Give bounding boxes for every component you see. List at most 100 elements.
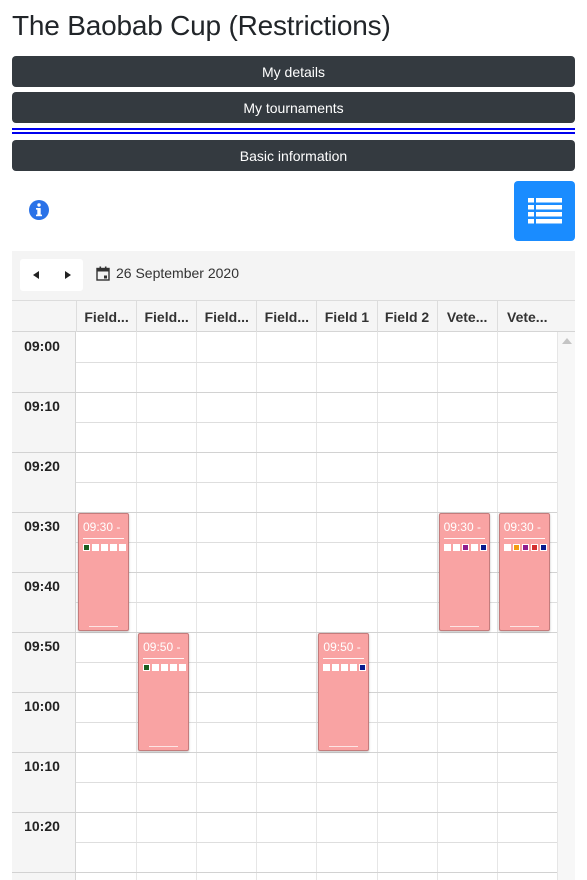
event-divider bbox=[83, 538, 125, 539]
team-color-swatch bbox=[479, 544, 487, 551]
my-tournaments-button[interactable]: My tournaments bbox=[12, 92, 575, 123]
slot-divider bbox=[12, 452, 557, 453]
list-view-button[interactable] bbox=[514, 181, 575, 241]
slot-divider bbox=[12, 752, 557, 753]
column-header: Vete... bbox=[496, 301, 557, 332]
time-column: 09:00 09:10 09:20 09:30 09:40 09:50 10:00 10:10… bbox=[12, 332, 76, 880]
page-title: The Baobab Cup (Restrictions) bbox=[12, 10, 391, 41]
match-event[interactable]: 09:30 - bbox=[498, 513, 550, 631]
column-divider bbox=[556, 332, 558, 880]
chevron-left-icon bbox=[32, 271, 39, 279]
slot-divider bbox=[12, 812, 557, 813]
time-label: 10:10 bbox=[24, 758, 60, 774]
team-color-swatch bbox=[503, 544, 511, 551]
time-label: 10:00 bbox=[24, 698, 60, 714]
column-header: Field... bbox=[256, 301, 316, 332]
team-color-swatch bbox=[341, 664, 349, 671]
info-circle-icon[interactable] bbox=[28, 199, 50, 221]
column-divider bbox=[436, 332, 438, 880]
previous-day-button[interactable] bbox=[20, 259, 51, 291]
team-color-swatch bbox=[530, 544, 538, 551]
date-navigation bbox=[20, 259, 83, 291]
vertical-scrollbar[interactable] bbox=[557, 332, 575, 880]
team-color-swatches bbox=[143, 664, 187, 671]
time-label: 09:00 bbox=[24, 338, 60, 354]
team-color-swatch bbox=[332, 664, 340, 671]
team-color-swatch bbox=[323, 664, 331, 671]
column-divider bbox=[256, 332, 258, 880]
column-divider bbox=[316, 332, 318, 880]
column-header: Field 2 bbox=[376, 301, 437, 332]
slot-divider bbox=[12, 872, 557, 873]
team-color-swatches bbox=[323, 664, 367, 671]
event-divider bbox=[443, 538, 485, 539]
half-slot-divider bbox=[76, 422, 557, 423]
time-label: 09:30 bbox=[24, 518, 60, 534]
column-header: Field... bbox=[196, 301, 256, 332]
event-resize-handle[interactable] bbox=[89, 626, 119, 627]
team-color-swatch bbox=[83, 544, 90, 551]
calendar-toolbar: 26 September 2020 bbox=[12, 251, 575, 301]
column-divider bbox=[136, 332, 138, 880]
team-color-swatch bbox=[539, 544, 547, 551]
event-divider bbox=[143, 658, 185, 659]
event-resize-handle[interactable] bbox=[149, 746, 179, 747]
basic-information-button[interactable]: Basic information bbox=[12, 140, 575, 171]
match-event[interactable]: 09:50 - bbox=[138, 633, 190, 751]
team-color-swatch bbox=[92, 544, 99, 551]
chevron-right-icon bbox=[64, 271, 71, 279]
column-header: Field... bbox=[76, 301, 136, 332]
column-divider bbox=[376, 332, 378, 880]
schedule-calendar: 26 September 2020 Field... Field... Field.… bbox=[12, 251, 575, 880]
date-picker[interactable]: 26 September 2020 bbox=[96, 265, 239, 281]
column-header: Vete... bbox=[436, 301, 497, 332]
half-slot-divider bbox=[76, 362, 557, 363]
team-color-swatch bbox=[461, 544, 469, 551]
half-slot-divider bbox=[76, 782, 557, 783]
team-color-swatch bbox=[152, 664, 160, 671]
next-day-button[interactable] bbox=[52, 259, 83, 291]
event-divider bbox=[503, 538, 545, 539]
column-header-row: Field... Field... Field... Field... Field 1F… bbox=[12, 301, 575, 332]
event-resize-handle[interactable] bbox=[509, 626, 539, 627]
team-color-swatch bbox=[119, 544, 126, 551]
half-slot-divider bbox=[76, 842, 557, 843]
event-resize-handle[interactable] bbox=[329, 746, 359, 747]
event-time: 09:50 - bbox=[323, 640, 361, 654]
time-label: 09:40 bbox=[24, 578, 60, 594]
time-label: 10:20 bbox=[24, 818, 60, 834]
column-header: Field 1 bbox=[316, 301, 376, 332]
event-time: 09:50 - bbox=[143, 640, 181, 654]
slot-divider bbox=[12, 632, 557, 633]
match-event[interactable]: 09:50 - bbox=[318, 633, 370, 751]
team-color-swatches bbox=[83, 544, 126, 551]
time-label: 09:10 bbox=[24, 398, 60, 414]
time-label: 09:50 bbox=[24, 638, 60, 654]
team-color-swatch bbox=[350, 664, 358, 671]
team-color-swatch bbox=[470, 544, 478, 551]
team-color-swatch bbox=[161, 664, 169, 671]
my-details-button[interactable]: My details bbox=[12, 56, 575, 87]
team-color-swatch bbox=[101, 544, 108, 551]
time-label: 09:20 bbox=[24, 458, 60, 474]
column-divider bbox=[496, 332, 498, 880]
calendar-icon bbox=[96, 266, 110, 281]
match-event[interactable]: 09:30 - bbox=[438, 513, 490, 631]
half-slot-divider bbox=[76, 482, 557, 483]
column-header: Field... bbox=[136, 301, 196, 332]
team-color-swatches bbox=[443, 544, 487, 551]
team-color-swatch bbox=[359, 664, 367, 671]
team-color-swatch bbox=[452, 544, 460, 551]
schedule-grid: Field... Field... Field... Field... Field 1F… bbox=[12, 300, 575, 880]
team-color-swatch bbox=[512, 544, 520, 551]
event-resize-handle[interactable] bbox=[449, 626, 479, 627]
team-color-swatch bbox=[143, 664, 151, 671]
accent-divider-gap bbox=[12, 130, 575, 132]
scroll-up-arrow[interactable] bbox=[562, 338, 572, 344]
list-icon bbox=[527, 198, 562, 224]
team-color-swatch bbox=[110, 544, 117, 551]
column-divider bbox=[196, 332, 198, 880]
slot-divider bbox=[12, 692, 557, 693]
event-time: 09:30 - bbox=[503, 520, 542, 534]
match-event[interactable]: 09:30 - bbox=[78, 513, 130, 631]
